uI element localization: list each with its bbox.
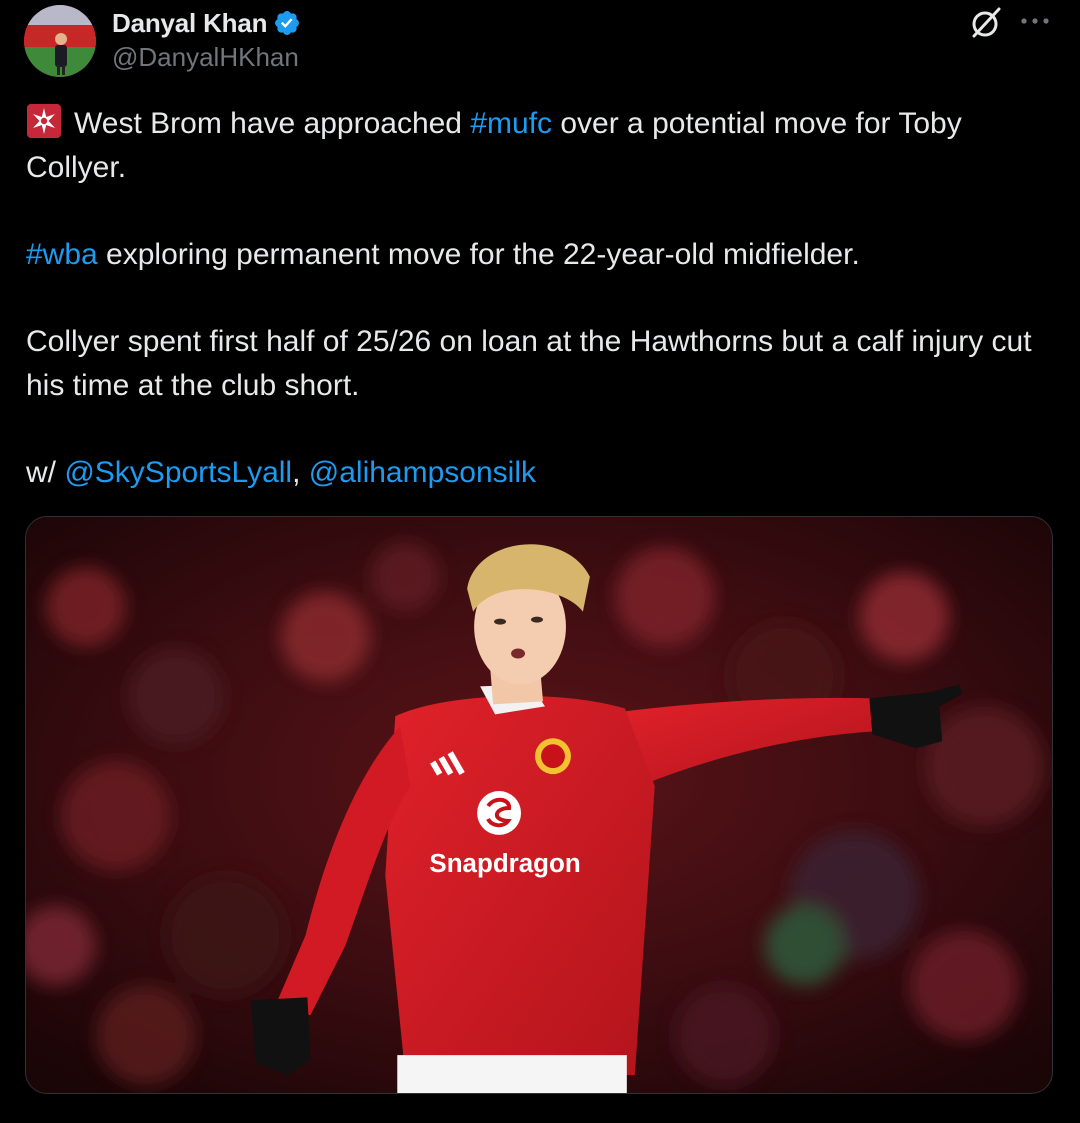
grok-icon[interactable]	[968, 5, 1004, 41]
author-avatar[interactable]	[24, 5, 96, 77]
hashtag-mufc[interactable]: #mufc	[470, 107, 552, 140]
tweet-paragraph-4: w/ @SkySportsLyall, @alihampsonsilk	[26, 451, 1036, 495]
verified-badge-icon[interactable]	[273, 9, 301, 37]
tweet-paragraph-1: West Brom have approached #mufc over a p…	[26, 102, 1036, 190]
tweet-line4-prefix: w/	[26, 456, 65, 489]
tweet-media-photo[interactable]: Snapdragon	[25, 516, 1053, 1094]
police-light-emoji	[27, 104, 61, 138]
player-photo: Snapdragon	[26, 517, 1052, 1093]
avatar-image	[24, 5, 96, 77]
tweet-line2-suffix: exploring permanent move for the 22-year…	[97, 238, 860, 271]
mention-skysportslyall[interactable]: @SkySportsLyall	[64, 456, 292, 489]
author-handle[interactable]: @DanyalHKhan	[112, 42, 299, 73]
author-name-row[interactable]: Danyal Khan	[112, 6, 301, 40]
author-display-name[interactable]: Danyal Khan	[112, 8, 267, 39]
tweet-paragraph-2: #wba exploring permanent move for the 22…	[26, 233, 1036, 277]
tweet-line1-prefix: West Brom have approached	[74, 107, 471, 140]
mention-alihampsonsilk[interactable]: @alihampsonsilk	[309, 456, 536, 489]
shirt-sponsor-text: Snapdragon	[429, 850, 580, 878]
tweet-paragraph-3: Collyer spent first half of 25/26 on loa…	[26, 325, 1032, 402]
tweet-text: West Brom have approached #mufc over a p…	[26, 102, 1036, 495]
hashtag-wba[interactable]: #wba	[26, 238, 98, 271]
mention-separator: ,	[292, 456, 309, 489]
more-options-icon[interactable]	[1018, 14, 1052, 28]
